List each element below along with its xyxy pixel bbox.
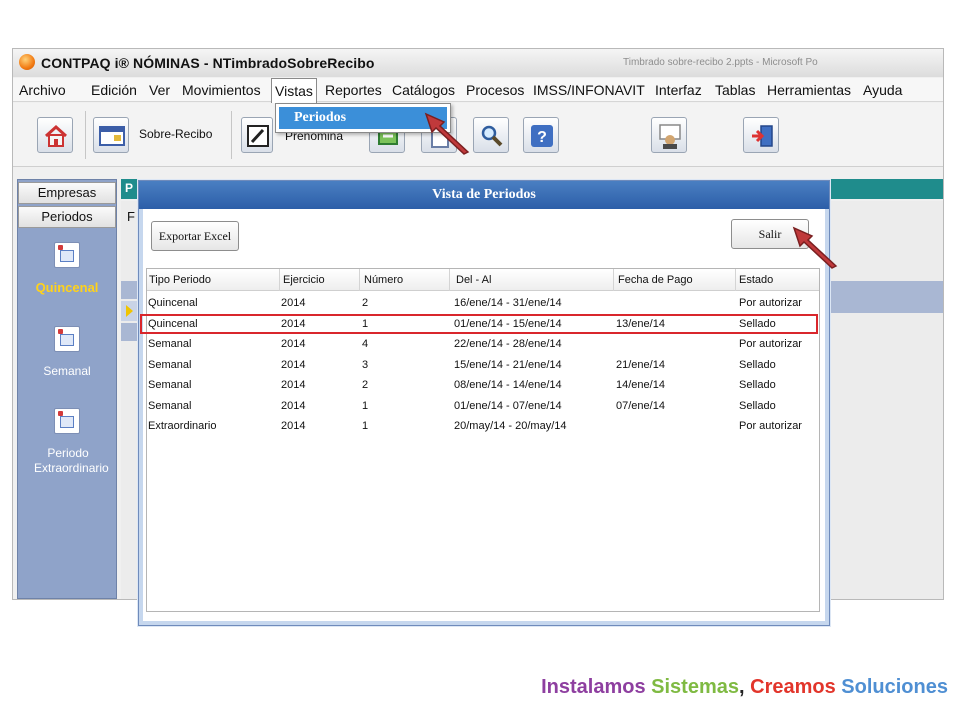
table-row[interactable]: Semanal 2014 2 08/ene/14 - 14/ene/14 14/…	[147, 375, 819, 395]
menu-interfaz[interactable]: Interfaz	[655, 82, 702, 98]
nav-tab-periodos[interactable]: Periodos	[18, 206, 116, 228]
column-tipo-periodo[interactable]: Tipo Periodo	[149, 274, 211, 286]
panel-tab-letter: F	[127, 209, 135, 224]
slogan-soluciones: Soluciones	[841, 676, 948, 698]
nav-item-periodo-extraordinario[interactable]: Periodo Extraordinario	[34, 446, 109, 476]
app-logo-icon	[19, 54, 35, 70]
module-header-letter: P	[125, 181, 134, 195]
slogan-instalamos: Instalamos	[541, 676, 646, 698]
prenomina-icon	[247, 125, 269, 147]
search-tools-button[interactable]	[473, 117, 509, 153]
menu-movimientos[interactable]: Movimientos	[182, 82, 261, 98]
slogan-creamos: Creamos	[750, 676, 836, 698]
dialog-title: Vista de Periodos	[139, 181, 829, 209]
row-pointer-icon	[126, 305, 133, 317]
menu-bar: Archivo Edición Ver Movimientos Vistas R…	[13, 78, 943, 104]
exit-door-icon	[752, 125, 773, 147]
column-numero[interactable]: Número	[364, 274, 403, 286]
toolbar: Sobre-Recibo Prenómina ?	[13, 103, 943, 167]
nav-item-semanal[interactable]: Semanal	[18, 364, 116, 378]
nav-tab-empresas[interactable]: Empresas	[18, 182, 116, 204]
selected-row-highlight	[140, 314, 818, 334]
column-ejercicio[interactable]: Ejercicio	[283, 274, 325, 286]
menu-archivo[interactable]: Archivo	[19, 82, 66, 98]
menu-imss-infonavit[interactable]: IMSS/INFONAVIT	[533, 82, 645, 98]
sobre-recibo-icon	[99, 126, 125, 146]
menu-edicion[interactable]: Edición	[91, 82, 137, 98]
home-button[interactable]	[37, 117, 73, 153]
slogan: Instalamos Sistemas, Creamos Soluciones	[541, 676, 948, 699]
column-fecha-pago[interactable]: Fecha de Pago	[618, 274, 693, 286]
semanal-icon[interactable]	[54, 326, 80, 352]
menu-reportes[interactable]: Reportes	[325, 82, 382, 98]
menu-herramientas[interactable]: Herramientas	[767, 82, 851, 98]
title-bar: CONTPAQ i® NÓMINAS - NTimbradoSobreRecib…	[13, 49, 943, 77]
nav-item-quincenal[interactable]: Quincenal	[18, 280, 116, 295]
dropdown-item-periodos[interactable]: Periodos	[279, 107, 447, 129]
menu-ver[interactable]: Ver	[149, 82, 170, 98]
user-card-icon	[659, 124, 681, 149]
svg-text:?: ?	[537, 129, 547, 146]
window-title: CONTPAQ i® NÓMINAS - NTimbradoSobreRecib…	[41, 55, 375, 71]
slogan-comma: ,	[739, 676, 745, 698]
background-window-title: Timbrado sobre-recibo 2.ppts - Microsoft…	[623, 57, 818, 68]
slogan-sistemas: Sistemas	[651, 676, 739, 698]
column-del-al[interactable]: Del - Al	[456, 274, 491, 286]
table-row[interactable]: Extraordinario 2014 1 20/may/14 - 20/may…	[147, 416, 819, 436]
search-tools-icon	[481, 125, 503, 147]
menu-vistas[interactable]: Vistas	[271, 78, 317, 104]
sobre-recibo-button[interactable]	[93, 117, 129, 153]
table-header: Tipo Periodo Ejercicio Número Del - Al F…	[147, 269, 819, 291]
table-row[interactable]: Semanal 2014 1 01/ene/14 - 07/ene/14 07/…	[147, 396, 819, 416]
menu-procesos[interactable]: Procesos	[466, 82, 524, 98]
left-navigation: Empresas Periodos Quincenal Semanal Peri…	[17, 179, 117, 599]
menu-tablas[interactable]: Tablas	[715, 82, 755, 98]
table-row[interactable]: Quincenal 2014 2 16/ene/14 - 31/ene/14 P…	[147, 293, 819, 313]
user-card-button[interactable]	[651, 117, 687, 153]
exit-door-button[interactable]	[743, 117, 779, 153]
export-excel-button[interactable]: Exportar Excel	[151, 221, 239, 251]
sobre-recibo-label: Sobre-Recibo	[139, 127, 213, 141]
home-icon	[44, 124, 68, 147]
menu-ayuda[interactable]: Ayuda	[863, 82, 902, 98]
help-icon: ?	[531, 125, 553, 147]
toolbar-separator	[85, 111, 86, 159]
help-button[interactable]: ?	[523, 117, 559, 153]
periodo-extraordinario-icon[interactable]	[54, 408, 80, 434]
prenomina-button[interactable]	[241, 117, 273, 153]
table-row[interactable]: Semanal 2014 4 22/ene/14 - 28/ene/14 Por…	[147, 334, 819, 354]
column-estado[interactable]: Estado	[739, 274, 773, 286]
annotation-arrow-icon	[424, 112, 470, 155]
toolbar-separator	[231, 111, 232, 159]
annotation-arrow-icon	[792, 226, 838, 269]
table-row[interactable]: Semanal 2014 3 15/ene/14 - 21/ene/14 21/…	[147, 355, 819, 375]
menu-catalogos[interactable]: Catálogos	[392, 82, 455, 98]
quincenal-icon[interactable]	[54, 242, 80, 268]
dropdown-item-label: Periodos	[294, 110, 347, 125]
